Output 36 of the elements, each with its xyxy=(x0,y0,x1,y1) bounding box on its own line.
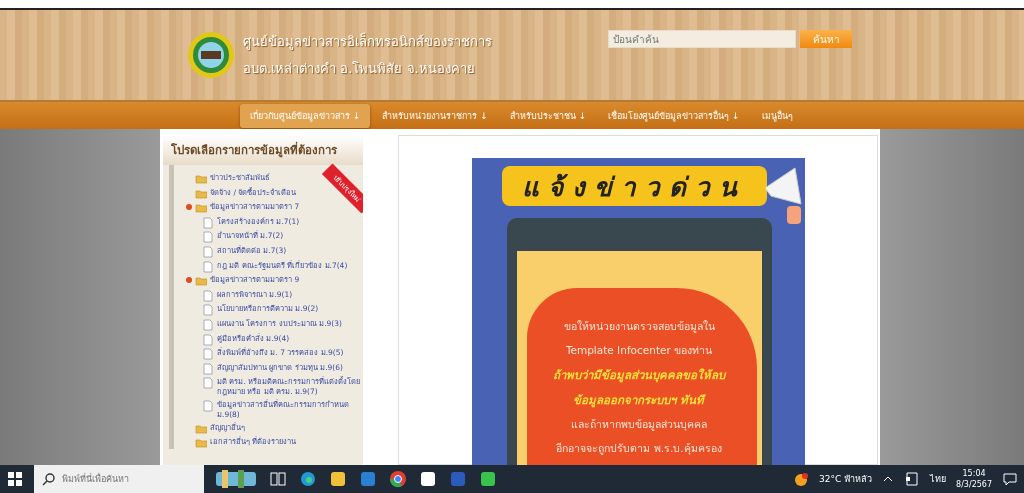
language-indicator[interactable]: ไทย xyxy=(930,472,947,486)
poster-text: ถ้าพบว่ามีข้อมูลส่วนบุคคลขอให้ลบ xyxy=(553,367,725,384)
panel-title: โปรดเลือกรายการข้อมูลที่ต้องการ xyxy=(163,135,363,165)
chrome-icon xyxy=(388,469,408,489)
poster-text: ขอให้หน่วยงานตรวจสอบข้อมูลใน xyxy=(563,319,715,335)
poster-text: และถ้าหากพบข้อมูลส่วนบุคคล xyxy=(571,417,707,433)
task-view-icon xyxy=(268,469,288,489)
search-field[interactable]: ป้อนคำค้น xyxy=(608,30,796,48)
document-icon xyxy=(202,333,214,346)
windows-start-icon xyxy=(6,470,24,488)
poster-text: Template Infocenter ของท่าน xyxy=(565,343,713,358)
logo-emblem-icon xyxy=(187,31,235,79)
document-icon xyxy=(202,362,214,375)
document-icon xyxy=(202,304,214,317)
poster-text: อีกอาจจะถูกปรับตาม พ.ร.บ.คุ้มครอง xyxy=(556,441,722,457)
document-icon xyxy=(202,377,214,390)
weather-sun-icon xyxy=(792,471,809,487)
document-icon xyxy=(202,399,214,412)
document-icon xyxy=(202,231,214,244)
poster-headline: แจ้งข่าวด่วน xyxy=(501,166,767,206)
site-subtitle: อบต.เหล่าต่างคำ อ.โพนพิสัย จ.หนองคาย xyxy=(243,60,476,78)
poster-text: ข้อมูลออกจากระบบฯ ทันที xyxy=(573,392,705,409)
notification-icon xyxy=(1002,471,1018,487)
clock-date[interactable]: 8/3/2567 xyxy=(956,479,992,490)
document-icon xyxy=(202,245,214,258)
clock-time[interactable]: 15:04 xyxy=(962,468,986,479)
browser-icon xyxy=(298,469,318,489)
document-icon xyxy=(202,216,214,229)
site-title: ศูนย์ข้อมูลข่าวสารอิเล็กทรอนิกส์ของราชการ xyxy=(243,31,492,52)
document-icon xyxy=(202,260,214,273)
search-icon xyxy=(42,472,56,486)
document-icon xyxy=(202,348,214,361)
taskbar-search-field[interactable]: พิมพ์ที่นี่เพื่อค้นหา xyxy=(34,465,204,493)
document-icon xyxy=(202,289,214,302)
weather-text[interactable]: 32°C ฟ้าหลัว xyxy=(818,472,873,486)
document-icon xyxy=(202,318,214,331)
